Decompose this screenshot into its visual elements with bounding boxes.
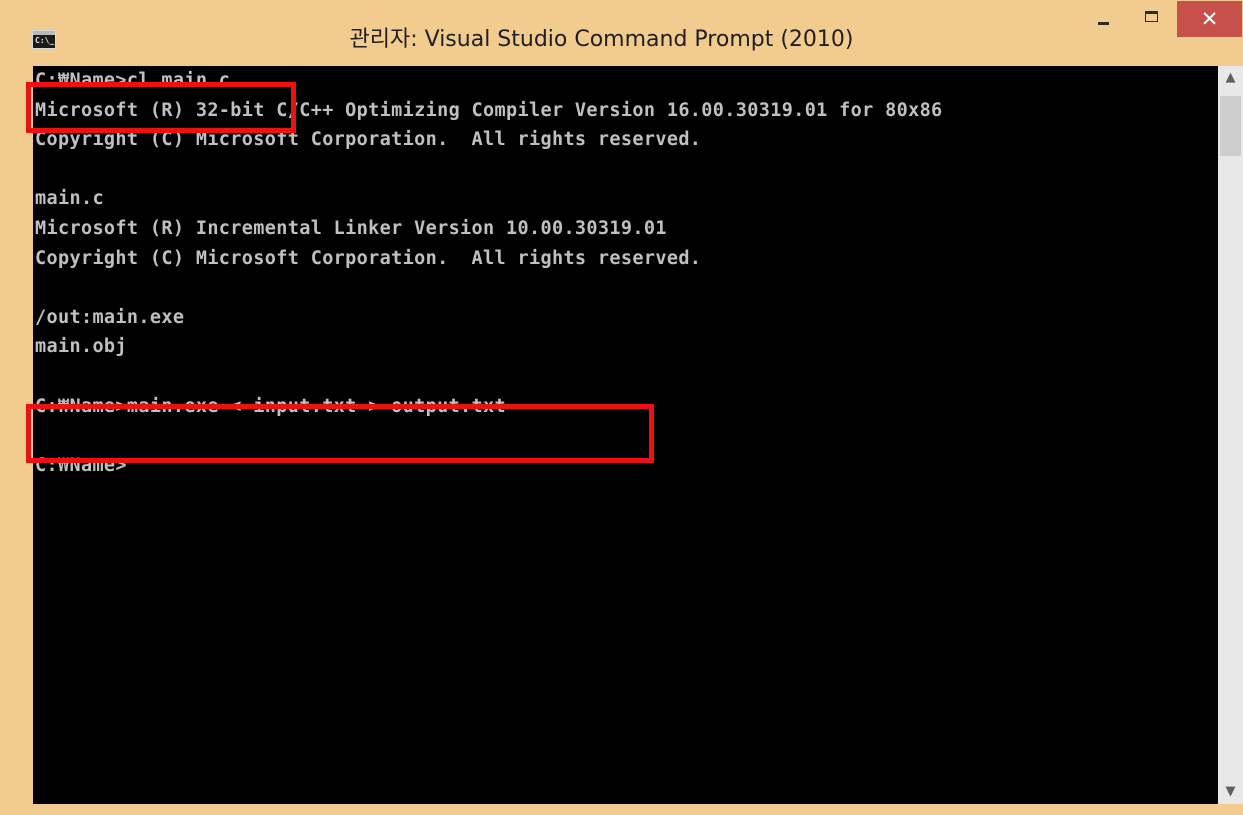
maximize-button[interactable] [1127, 1, 1177, 36]
window-title: 관리자: Visual Studio Command Prompt (2010) [349, 27, 854, 52]
console-line: main.c [35, 188, 104, 210]
window-bottom-border [0, 804, 1243, 815]
command-prompt-window: C:\_ 관리자: Visual Studio Command Prompt (… [0, 0, 1243, 815]
console-line: main.obj [35, 336, 127, 358]
minimize-icon [1098, 22, 1109, 25]
close-icon: ✕ [1200, 7, 1219, 31]
maximize-icon [1145, 11, 1158, 22]
console-line: Copyright (C) Microsoft Corporation. All… [35, 247, 702, 269]
window-title-wrap: 관리자: Visual Studio Command Prompt (2010) [0, 22, 1243, 58]
scroll-down-arrow-icon[interactable]: ▼ [1218, 780, 1243, 804]
minimize-button[interactable] [1075, 1, 1127, 36]
console-line: /out:main.exe [35, 306, 185, 328]
vertical-scrollbar[interactable]: ▲ ▼ [1218, 66, 1243, 804]
close-button[interactable]: ✕ [1177, 1, 1242, 37]
scroll-thumb[interactable] [1220, 96, 1241, 156]
title-bar[interactable]: C:\_ 관리자: Visual Studio Command Prompt (… [0, 0, 1243, 66]
scroll-up-arrow-icon[interactable]: ▲ [1218, 66, 1243, 90]
console-line: Microsoft (R) Incremental Linker Version… [35, 218, 667, 239]
highlight-box-compile-command [26, 82, 296, 133]
highlight-box-run-command [26, 404, 654, 463]
